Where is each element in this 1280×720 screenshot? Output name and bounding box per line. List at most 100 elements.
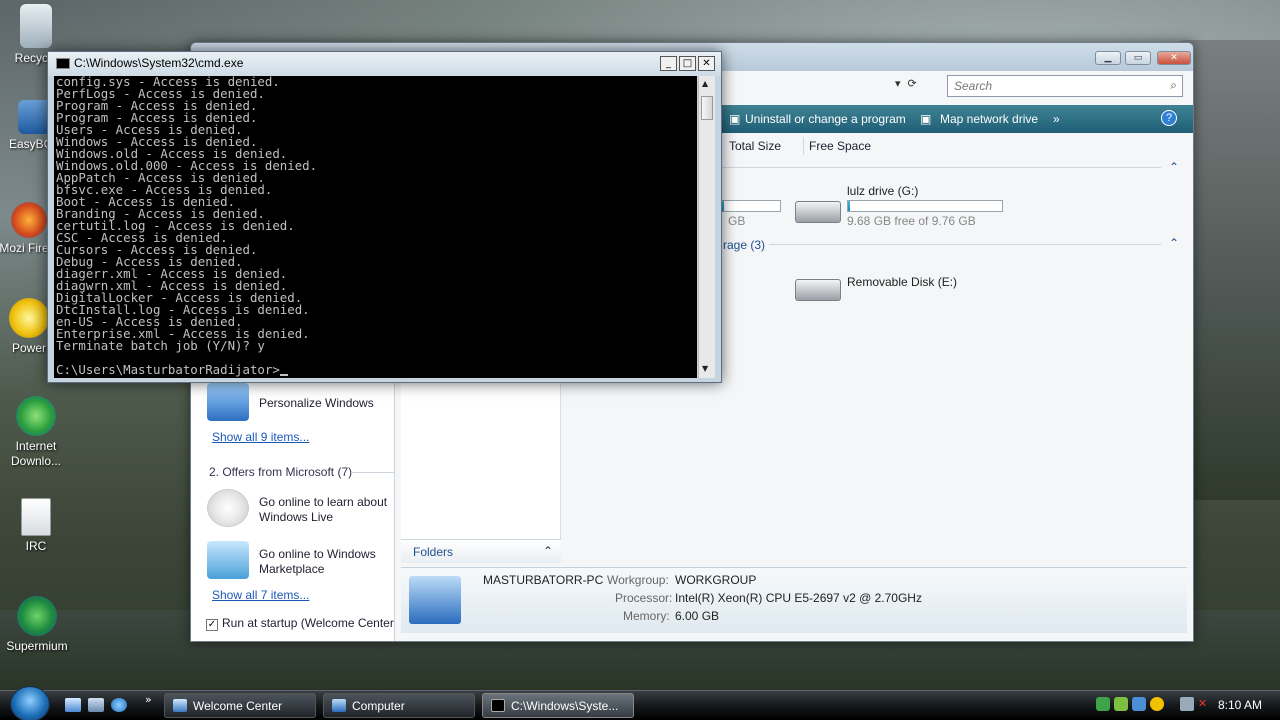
- task-label: Welcome Center: [193, 699, 283, 713]
- workgroup-label: Workgroup:: [607, 573, 669, 587]
- task-cmd[interactable]: C:\Windows\Syste...: [482, 693, 634, 718]
- console-scrollbar[interactable]: ▲ ▼: [698, 76, 715, 378]
- show-desktop-icon[interactable]: [65, 698, 81, 712]
- marketplace-link[interactable]: Go online to Windows Marketplace: [259, 547, 395, 577]
- drive-g-label[interactable]: lulz drive (G:): [847, 184, 918, 198]
- task-computer[interactable]: Computer: [323, 693, 475, 718]
- welcome-center-icon: [173, 699, 187, 712]
- column-free-space[interactable]: Free Space: [809, 135, 871, 157]
- desktop-icon-supermium[interactable]: Supermium: [2, 596, 72, 654]
- personalize-icon: [207, 383, 249, 421]
- cmd-titlebar[interactable]: C:\Windows\System32\cmd.exe: [48, 52, 721, 76]
- uninstall-program-button[interactable]: Uninstall or change a program: [745, 112, 906, 126]
- windows-live-icon: [207, 489, 249, 527]
- collapse-group-icon[interactable]: ⌃: [1169, 160, 1179, 174]
- collapse-group-icon[interactable]: ⌃: [1169, 236, 1179, 250]
- close-button[interactable]: ✕: [1157, 51, 1191, 65]
- power-dvd-icon: [9, 298, 49, 338]
- cmd-icon: [56, 58, 70, 69]
- document-icon: [21, 498, 51, 536]
- offers-section-header[interactable]: 2. Offers from Microsoft (7): [209, 465, 352, 479]
- tray-app-icon[interactable]: [1132, 697, 1146, 711]
- group-removable-storage[interactable]: rage (3): [723, 238, 765, 252]
- column-total-size[interactable]: Total Size: [729, 135, 781, 157]
- welcome-center-pane: Personalize Windows Show all 9 items... …: [191, 383, 395, 641]
- volume-muted-icon[interactable]: ✕: [1198, 697, 1212, 711]
- cmd-close-button[interactable]: ✕: [698, 56, 715, 71]
- cmd-title: C:\Windows\System32\cmd.exe: [74, 56, 244, 70]
- computer-name: MASTURBATORR-PC: [483, 573, 604, 587]
- desktop-icon-internet-download-manager[interactable]: Internet Downlo...: [1, 396, 71, 469]
- network-icon[interactable]: [1180, 697, 1194, 711]
- console-line: C:\Users\MasturbatorRadijator>: [56, 363, 695, 376]
- folders-toggle[interactable]: Folders ⌃: [401, 539, 561, 563]
- folders-label: Folders: [413, 545, 454, 559]
- drive-g-usage-bar: [847, 200, 1003, 212]
- hard-drive-icon: [795, 201, 841, 223]
- taskbar-clock[interactable]: 8:10 AM: [1218, 698, 1262, 712]
- scroll-thumb[interactable]: [701, 96, 713, 120]
- run-at-startup-label[interactable]: Run at startup (Welcome Center: [222, 616, 394, 630]
- console-output[interactable]: config.sys - Access is denied. PerfLogs -…: [54, 76, 697, 378]
- tray-app-icon[interactable]: [1150, 697, 1164, 711]
- supermium-icon: [17, 596, 57, 636]
- processor-label: Processor:: [615, 591, 673, 605]
- internet-explorer-icon[interactable]: [111, 698, 127, 712]
- help-icon[interactable]: ?: [1161, 110, 1177, 126]
- recycle-bin-icon: [20, 4, 52, 48]
- cmd-minimize-button[interactable]: _: [660, 56, 677, 71]
- details-pane: MASTURBATORR-PC Workgroup: WORKGROUP Pro…: [401, 567, 1187, 633]
- cmd-window: C:\Windows\System32\cmd.exe _ □ ✕ config…: [47, 51, 722, 383]
- idm-icon: [16, 396, 56, 436]
- switch-windows-icon[interactable]: [88, 698, 104, 712]
- computer-icon: [332, 699, 346, 712]
- desktop-icon-label: Internet Downlo...: [10, 439, 62, 468]
- search-input[interactable]: Search ⌕: [947, 75, 1183, 97]
- text-cursor: [279, 374, 288, 376]
- removable-disk-icon: [795, 279, 841, 301]
- show-all-7-items-link[interactable]: Show all 7 items...: [212, 588, 309, 602]
- section-divider: [351, 472, 395, 473]
- computer-icon: [409, 576, 461, 624]
- column-divider: [803, 137, 804, 155]
- memory-label: Memory:: [623, 609, 670, 623]
- personalize-windows-link[interactable]: Personalize Windows: [259, 396, 374, 410]
- processor-value: Intel(R) Xeon(R) CPU E5-2697 v2 @ 2.70GH…: [675, 591, 922, 605]
- workgroup-value: WORKGROUP: [675, 573, 757, 587]
- maximize-button[interactable]: ▭: [1125, 51, 1151, 65]
- desktop-icon-label: Power: [11, 341, 46, 355]
- desktop-icon-label: Supermium: [6, 639, 68, 653]
- show-all-9-items-link[interactable]: Show all 9 items...: [212, 430, 309, 444]
- task-label: C:\Windows\Syste...: [511, 699, 619, 713]
- cmd-maximize-button[interactable]: □: [679, 56, 696, 71]
- scroll-down-arrow[interactable]: ▼: [702, 364, 708, 373]
- cmd-icon: [491, 699, 505, 712]
- chevron-up-icon: ⌃: [542, 544, 553, 558]
- minimize-button[interactable]: ▁: [1095, 51, 1121, 65]
- task-welcome-center[interactable]: Welcome Center: [164, 693, 316, 718]
- more-commands-chevron[interactable]: »: [1053, 112, 1060, 126]
- tray-app-icon[interactable]: [1096, 697, 1110, 711]
- map-network-drive-button[interactable]: Map network drive: [940, 112, 1038, 126]
- drive-c-size: GB: [728, 214, 746, 228]
- run-at-startup-checkbox[interactable]: ✓: [206, 619, 218, 631]
- drive-g-free-space: 9.68 GB free of 9.76 GB: [847, 214, 976, 228]
- desktop-icon-label: IRC: [25, 539, 47, 553]
- refresh-icon[interactable]: ⟳: [908, 77, 917, 90]
- map-drive-icon: ▣: [920, 112, 932, 126]
- desktop-icon-irc[interactable]: IRC: [1, 498, 71, 554]
- drive-e-label[interactable]: Removable Disk (E:): [847, 275, 957, 289]
- task-label: Computer: [352, 699, 405, 713]
- address-dropdown-arrow[interactable]: ▾ ⟳: [895, 77, 917, 90]
- uninstall-icon: ▣: [729, 112, 741, 126]
- tray-app-icon[interactable]: [1114, 697, 1128, 711]
- firefox-icon: [11, 202, 47, 238]
- search-icon[interactable]: ⌕: [1170, 78, 1177, 93]
- marketplace-icon: [207, 541, 249, 579]
- start-button[interactable]: [10, 686, 50, 720]
- scroll-up-arrow[interactable]: ▲: [702, 79, 708, 88]
- windows-live-link[interactable]: Go online to learn about Windows Live: [259, 495, 395, 525]
- group-divider: [769, 244, 1161, 245]
- group-divider: [721, 167, 1161, 168]
- quick-launch-overflow-chevron[interactable]: »: [145, 693, 152, 706]
